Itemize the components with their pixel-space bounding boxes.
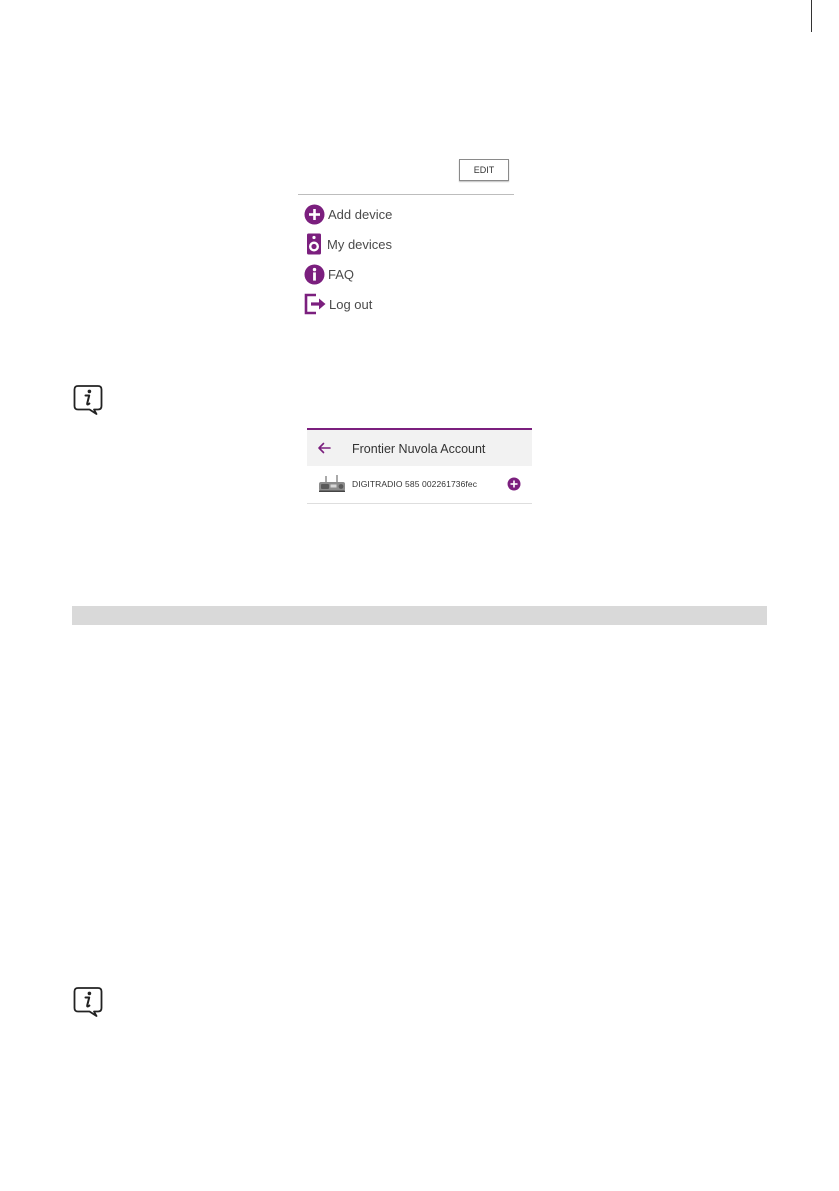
speaker-icon (304, 233, 324, 255)
app-menu-screenshot: EDIT Add device My devices FAQ Log out (298, 150, 514, 325)
account-header: Frontier Nuvola Account (307, 428, 532, 466)
menu-item-label: My devices (327, 236, 393, 252)
menu-item-log-out[interactable]: Log out (304, 292, 372, 316)
menu-item-label: Log out (329, 296, 373, 312)
info-note-icon (72, 986, 104, 1018)
menu-item-faq[interactable]: FAQ (304, 262, 354, 286)
menu-item-label: FAQ (328, 266, 355, 282)
section-heading-bar (72, 606, 767, 625)
info-circle-icon (304, 264, 325, 285)
menu-item-add-device[interactable]: Add device (304, 202, 392, 226)
edit-button[interactable]: EDIT (459, 159, 509, 181)
plus-circle-icon[interactable] (507, 477, 521, 496)
device-row[interactable]: DIGITRADIO 585 002261736fec (307, 466, 532, 504)
account-title: Frontier Nuvola Account (352, 442, 486, 456)
menu-item-label: Add device (328, 206, 393, 222)
plus-circle-icon (304, 204, 325, 225)
logout-icon (304, 293, 326, 315)
radio-device-icon (317, 475, 347, 498)
arrow-left-icon[interactable] (317, 441, 331, 459)
info-note-icon (72, 384, 104, 416)
device-name: DIGITRADIO 585 002261736fec (352, 479, 478, 489)
menu-item-my-devices[interactable]: My devices (304, 232, 392, 256)
page-edge-mark (811, 0, 812, 32)
nuvola-account-screenshot: Frontier Nuvola Account DIGITRADIO 585 0… (307, 428, 532, 506)
menu-divider (298, 194, 514, 195)
